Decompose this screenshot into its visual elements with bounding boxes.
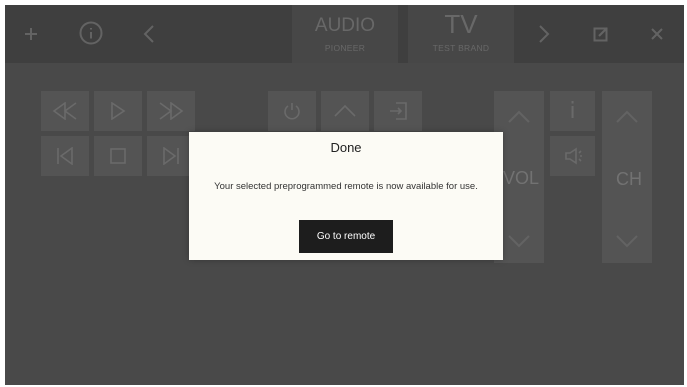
remote-app: AUDIO PIONEER TV TEST BRAND VOL i CH Don… (5, 5, 684, 385)
go-to-remote-button[interactable]: Go to remote (299, 220, 393, 253)
modal-overlay: Done Your selected preprogrammed remote … (5, 5, 684, 385)
dialog-message: Your selected preprogrammed remote is no… (214, 181, 478, 192)
dialog-title: Done (330, 140, 362, 155)
done-dialog: Done Your selected preprogrammed remote … (189, 132, 503, 260)
